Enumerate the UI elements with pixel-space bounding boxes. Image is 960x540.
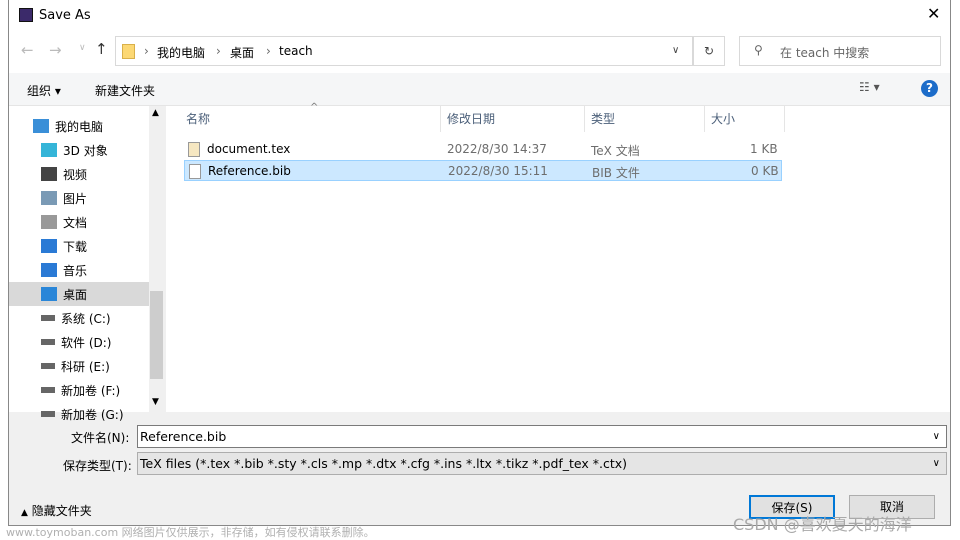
picture-icon [41,191,57,205]
file-name: Reference.bib [208,164,291,178]
sidebar-scrollbar[interactable]: ▲ ▼ [149,106,164,412]
file-row[interactable]: Reference.bib 2022/8/30 15:11 BIB 文件 0 KB [184,160,782,181]
download-icon [41,239,57,253]
title-bar: Save As ✕ [9,0,950,31]
sidebar-item-label: 新加卷 (F:) [61,383,121,398]
document-icon [41,215,57,229]
filename-input[interactable]: Reference.bib ∨ [137,425,947,448]
hide-folders-toggle[interactable]: ▲ 隐藏文件夹 [21,502,92,519]
column-date[interactable]: 修改日期 [441,106,585,132]
help-icon[interactable]: ? [921,80,938,97]
watermark-left: www.toymoban.com 网络图片仅供展示，非存储，如有侵权请联系删除。 [6,526,375,539]
save-type-select[interactable]: TeX files (*.tex *.bib *.sty *.cls *.mp … [137,452,947,475]
address-dropdown-icon[interactable]: ∨ [672,45,679,56]
sidebar-item-label: 软件 (D:) [61,335,112,350]
drive-icon [41,339,55,345]
drive-icon [41,315,55,321]
breadcrumb-item[interactable]: 我的电脑 [157,44,205,61]
blank-file-icon [189,164,201,179]
computer-icon [33,119,49,133]
sidebar-item[interactable]: 软件 (D:) [9,330,149,354]
column-type[interactable]: 类型 [585,106,705,132]
file-size: 1 KB [750,142,778,156]
sidebar-item-label: 音乐 [63,263,88,278]
chevron-up-icon: ▲ [21,508,28,518]
toolbar: 组织 ▾ 新建文件夹 ☷ ▾ ? [9,73,950,106]
drive-icon [41,363,55,369]
address-bar[interactable]: › 我的电脑 › 桌面 › teach ∨ [115,36,693,66]
file-type: BIB 文件 [592,166,640,180]
file-name: document.tex [207,142,291,156]
drive-icon [41,387,55,393]
sidebar-item-label: 下载 [63,239,88,254]
file-list: ^ 名称 修改日期 类型 大小 document.tex 2022/8/30 14… [166,102,950,412]
refresh-button[interactable]: ↻ [693,36,725,66]
search-input[interactable]: ⚲ 在 teach 中搜索 [739,36,941,66]
navigation-pane: 我的电脑 3D 对象视频图片文档下载音乐桌面系统 (C:) 软件 (D:) 科研 (E… [9,106,164,422]
file-row[interactable]: document.tex 2022/8/30 14:37 TeX 文档 1 KB [184,139,782,160]
new-folder-button[interactable]: 新建文件夹 [95,82,155,99]
sidebar-item[interactable]: 科研 (E:) [9,354,149,378]
column-name[interactable]: 名称 [180,106,441,132]
filename-dropdown-icon[interactable]: ∨ [933,426,940,447]
tex-file-icon [188,142,200,157]
sidebar-item-label: 我的电脑 [55,119,104,134]
desktop-icon [41,287,57,301]
search-icon: ⚲ [754,43,763,57]
sidebar-item[interactable]: 视频 [9,162,149,186]
sidebar-item-label: 科研 (E:) [61,359,110,374]
watermark-right: CSDN @喜欢夏天的海洋 [733,515,912,534]
drive-icon [41,411,55,417]
view-options-button[interactable]: ☷ ▾ [859,80,880,94]
app-icon [19,8,33,22]
column-size[interactable]: 大小 [705,106,785,132]
sidebar-item[interactable]: 下载 [9,234,149,258]
up-button[interactable]: ↑ [95,40,108,58]
cube-icon [41,143,57,157]
organize-button[interactable]: 组织 ▾ [27,82,61,99]
window-title: Save As [39,8,91,23]
sidebar-item-label: 文档 [63,215,88,230]
sidebar-item[interactable]: 文档 [9,210,149,234]
sidebar-item[interactable]: 新加卷 (F:) [9,378,149,402]
save-as-dialog: Save As ✕ ← → ∨ ↑ › 我的电脑 › 桌面 › teach ∨ … [8,0,951,526]
file-date: 2022/8/30 14:37 [447,142,547,156]
sidebar-item[interactable]: 3D 对象 [9,138,149,162]
file-type: TeX 文档 [591,144,640,158]
sidebar-item-label: 新加卷 (G:) [61,407,124,422]
scrollbar-thumb[interactable] [150,291,163,379]
music-icon [41,263,57,277]
sidebar-item[interactable]: 我的电脑 [9,114,149,138]
sidebar-item[interactable]: 图片 [9,186,149,210]
sidebar-item[interactable]: 桌面 [9,282,149,306]
breadcrumb-item[interactable]: 桌面 [230,44,254,61]
recent-dropdown-icon[interactable]: ∨ [79,43,86,53]
sidebar-item-label: 系统 (C:) [61,311,111,326]
file-date: 2022/8/30 15:11 [448,164,548,178]
breadcrumb-item[interactable]: teach [279,44,313,58]
search-placeholder: 在 teach 中搜索 [780,46,870,60]
sidebar-item-label: 视频 [63,167,88,182]
sidebar-item[interactable]: 新加卷 (G:) [9,402,149,426]
close-icon[interactable]: ✕ [927,4,940,23]
file-size: 0 KB [751,164,779,178]
video-icon [41,167,57,181]
save-type-dropdown-icon[interactable]: ∨ [933,453,940,474]
sidebar-item-label: 桌面 [63,287,88,302]
forward-button[interactable]: → [49,41,62,59]
back-button[interactable]: ← [21,41,34,59]
nav-bar: ← → ∨ ↑ › 我的电脑 › 桌面 › teach ∨ ↻ ⚲ 在 teac… [9,31,950,73]
filename-label: 文件名(N): [71,431,130,445]
sidebar-item[interactable]: 音乐 [9,258,149,282]
save-type-label: 保存类型(T): [63,459,132,473]
sidebar-item-label: 3D 对象 [63,143,108,158]
folder-icon [122,44,135,59]
sidebar-item-label: 图片 [63,191,88,206]
sidebar-item[interactable]: 系统 (C:) [9,306,149,330]
